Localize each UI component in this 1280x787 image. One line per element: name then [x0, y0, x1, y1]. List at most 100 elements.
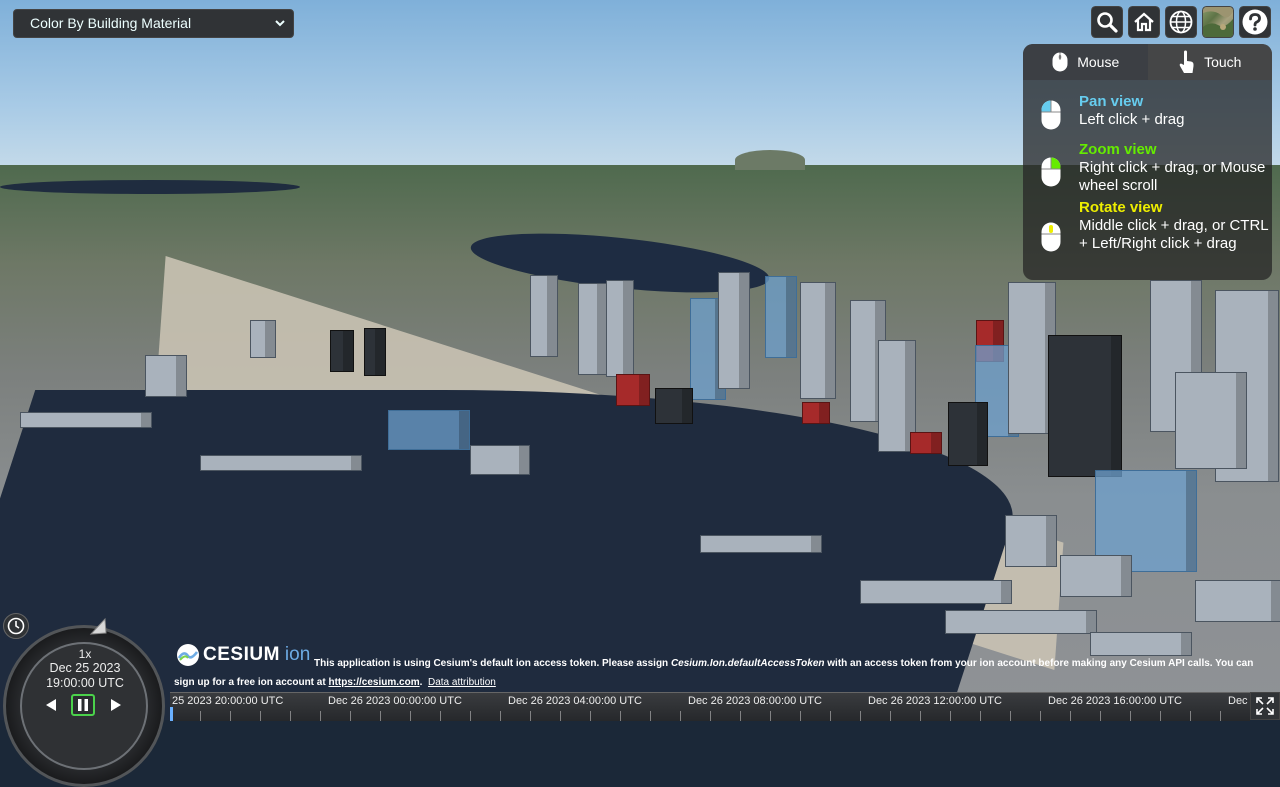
zoom-view-instruction: Zoom view Right click + drag, or Mouse w… [1023, 141, 1272, 199]
distant-mountain [735, 150, 805, 170]
realtime-clock-button[interactable] [3, 613, 29, 639]
cesium-logo-icon [177, 644, 199, 666]
pier [945, 610, 1097, 634]
mouse-left-click-icon [1041, 100, 1061, 130]
timeline[interactable]: 25 2023 20:00:00 UTC Dec 26 2023 00:00:0… [170, 692, 1250, 721]
timeline-current-time-marker[interactable] [170, 707, 173, 721]
rotate-view-description: Middle click + drag, or CTRL + Left/Righ… [1079, 217, 1269, 252]
zoom-view-description: Right click + drag, or Mouse wheel scrol… [1079, 159, 1266, 194]
building [530, 275, 558, 357]
building [330, 330, 354, 372]
ion-logo-text: ion [284, 644, 311, 665]
timeline-label: Dec 26 2023 16:00:00 UTC [1048, 695, 1182, 707]
question-icon [1242, 9, 1268, 35]
home-icon [1134, 12, 1154, 32]
mouse-right-click-icon [1041, 157, 1061, 187]
color-by-material-select[interactable]: Color By Building Material [13, 9, 294, 38]
building [364, 328, 386, 376]
shuttle-ring-needle-icon[interactable] [89, 616, 109, 636]
building [145, 355, 187, 397]
pan-view-description: Left click + drag [1079, 111, 1185, 128]
navigation-help-tabs: Mouse Touch [1023, 44, 1272, 80]
cesium-ion-logo[interactable]: CESIUM ion [176, 642, 310, 668]
building [578, 283, 608, 375]
clock-icon [7, 617, 25, 635]
distant-water [0, 180, 300, 194]
play-reverse-button[interactable] [39, 694, 63, 716]
notice-code: Cesium.Ion.defaultAccessToken [670, 658, 825, 669]
animation-time: 19:00:00 UTC [46, 676, 124, 690]
building [1005, 515, 1057, 567]
animation-speed: 1x [78, 647, 92, 661]
notice-text-d: . [419, 677, 423, 688]
cesium-logo-text: CESIUM [203, 644, 280, 665]
building [470, 445, 530, 475]
pier [700, 535, 822, 553]
home-button[interactable] [1128, 6, 1160, 38]
base-layer-picker-button[interactable] [1202, 6, 1234, 38]
building [1195, 580, 1280, 622]
play-reverse-icon [46, 699, 56, 711]
globe-icon [1169, 10, 1193, 34]
rotate-view-instruction: Rotate view Middle click + drag, or CTRL… [1023, 199, 1272, 275]
timeline-label: Dec 26 2023 08:00:00 UTC [688, 695, 822, 707]
animation-date: Dec 25 2023 [49, 661, 121, 675]
building [948, 402, 988, 466]
pan-view-title: Pan view [1079, 93, 1144, 110]
building [765, 276, 797, 358]
pan-view-instruction: Pan view Left click + drag [1023, 93, 1272, 141]
data-attribution-link[interactable]: Data attribution [428, 677, 496, 688]
pier [1090, 632, 1192, 656]
building [1175, 372, 1247, 469]
pause-icon [78, 699, 88, 711]
select-value: Color By Building Material [30, 15, 192, 31]
building [606, 280, 634, 377]
chevron-down-icon [275, 20, 285, 27]
cesium-toolbar [1091, 6, 1271, 38]
notice-text-c: sign up for a free ion account at [174, 677, 329, 688]
building [1060, 555, 1132, 597]
building [800, 282, 836, 399]
timeline-label: Dec 26 2023 00:00:00 UTC [328, 695, 462, 707]
geocoder-button[interactable] [1091, 6, 1123, 38]
building [250, 320, 276, 358]
play-forward-button[interactable] [104, 694, 128, 716]
building [802, 402, 830, 424]
hand-pointer-icon [1179, 50, 1194, 73]
pier [860, 580, 1012, 604]
mouse-icon [1052, 52, 1068, 72]
cesium-com-link[interactable]: https://cesium.com [328, 677, 419, 688]
pier [20, 412, 152, 428]
ion-token-notice-line2: sign up for a free ion account at https:… [174, 677, 422, 688]
navigation-help-button[interactable] [1239, 6, 1271, 38]
zoom-view-title: Zoom view [1079, 141, 1157, 158]
rotate-view-title: Rotate view [1079, 199, 1163, 216]
play-forward-icon [111, 699, 121, 711]
timeline-label: Dec 26 2023 12:00:00 UTC [868, 695, 1002, 707]
notice-text-a: This application is using Cesium's defau… [314, 658, 671, 669]
scene-mode-button[interactable] [1165, 6, 1197, 38]
tab-touch[interactable]: Touch [1147, 44, 1272, 80]
imagery-thumbnail-icon [1203, 7, 1233, 37]
tab-mouse-label: Mouse [1077, 54, 1120, 70]
building [718, 272, 750, 389]
building [655, 388, 693, 424]
timeline-label: Dec [1228, 695, 1248, 707]
timeline-label: Dec 26 2023 04:00:00 UTC [508, 695, 642, 707]
ion-token-notice-line1: This application is using Cesium's defau… [314, 658, 1253, 669]
fullscreen-button[interactable] [1250, 692, 1280, 720]
fullscreen-icon [1256, 697, 1274, 715]
building [616, 374, 650, 406]
building [910, 432, 942, 454]
pier [200, 455, 362, 471]
building [1048, 335, 1122, 477]
notice-text-b: with an access token from your ion accou… [824, 658, 1254, 669]
pause-button[interactable] [71, 694, 95, 716]
building [388, 410, 470, 450]
timeline-label: 25 2023 20:00:00 UTC [172, 695, 284, 707]
mouse-middle-click-icon [1041, 222, 1061, 252]
tab-mouse[interactable]: Mouse [1023, 44, 1148, 80]
search-icon [1097, 12, 1118, 33]
navigation-help-panel: Mouse Touch Pan view Left click + drag Z… [1023, 44, 1272, 280]
tab-touch-label: Touch [1204, 54, 1242, 70]
